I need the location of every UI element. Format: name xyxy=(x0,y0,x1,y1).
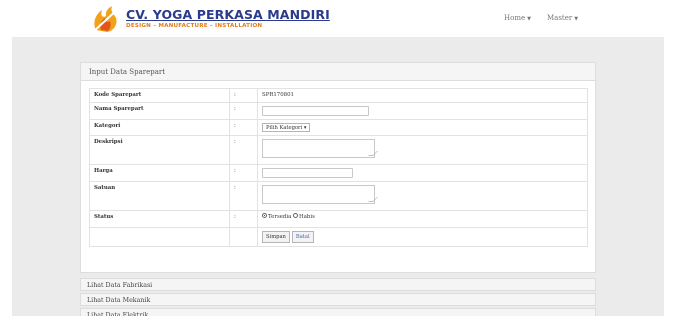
separator: : xyxy=(229,119,258,136)
section-lihat-elektrik[interactable]: Lihat Data Elektrik xyxy=(80,308,596,316)
resize-handle-icon[interactable] xyxy=(368,197,378,202)
row-kategori: Kategori : Pilih Kategori ▾ xyxy=(89,119,588,136)
cancel-button[interactable]: Batal xyxy=(291,231,314,243)
chevron-down-icon: ▼ xyxy=(527,16,531,22)
top-navbar: CV. YOGA PERKASA MANDIRI DESIGN – MANUFA… xyxy=(0,0,673,36)
nama-cell xyxy=(257,102,588,120)
row-status: Status : Tersedia Habis xyxy=(89,210,588,228)
kategori-cell: Pilih Kategori ▾ xyxy=(257,119,588,136)
kategori-select[interactable]: Pilih Kategori ▾ xyxy=(262,123,311,132)
nama-input[interactable] xyxy=(262,106,369,116)
company-logo[interactable]: CV. YOGA PERKASA MANDIRI DESIGN – MANUFA… xyxy=(90,4,330,34)
resize-handle-icon[interactable] xyxy=(368,151,378,156)
status-cell: Tersedia Habis xyxy=(257,210,588,228)
status-label: Status xyxy=(89,210,230,228)
company-name: CV. YOGA PERKASA MANDIRI xyxy=(126,7,330,22)
harga-label: Harga xyxy=(89,164,230,182)
empty-cell xyxy=(229,227,258,247)
row-nama: Nama Sparepart : xyxy=(89,102,588,120)
status-option-label: Habis xyxy=(299,214,315,220)
harga-cell xyxy=(257,164,588,182)
deskripsi-cell xyxy=(257,135,588,165)
deskripsi-textarea[interactable] xyxy=(262,139,378,158)
separator: : xyxy=(229,88,258,103)
harga-input[interactable] xyxy=(262,168,353,178)
actions-cell: Simpan Batal xyxy=(257,227,588,247)
select-caret-icon: ▾ xyxy=(303,125,307,131)
kategori-selected-value: Pilih Kategori xyxy=(266,125,303,131)
satuan-label: Satuan xyxy=(89,181,230,211)
row-deskripsi: Deskripsi : xyxy=(89,135,588,165)
empty-cell xyxy=(89,227,230,247)
input-sparepart-panel: Input Data Sparepart Kode Sparepart : SP… xyxy=(80,62,596,273)
row-harga: Harga : xyxy=(89,164,588,182)
section-lihat-fabrikasi[interactable]: Lihat Data Fabrikasi xyxy=(80,278,596,291)
separator: : xyxy=(229,164,258,182)
kode-value: SPR170801 xyxy=(257,88,588,103)
nav-master[interactable]: Master ▼ xyxy=(547,14,578,22)
separator: : xyxy=(229,135,258,165)
satuan-cell xyxy=(257,181,588,211)
nama-label: Nama Sparepart xyxy=(89,102,230,120)
status-radio-habis[interactable] xyxy=(293,213,299,218)
nav-master-label: Master xyxy=(547,14,573,22)
section-lihat-mekanik[interactable]: Lihat Data Mekanik xyxy=(80,293,596,306)
kode-label: Kode Sparepart xyxy=(89,88,230,103)
separator: : xyxy=(229,181,258,211)
status-option-label: Tersedia xyxy=(268,214,292,220)
company-tagline: DESIGN – MANUFACTURE – INSTALLATION xyxy=(126,23,263,29)
kategori-label: Kategori xyxy=(89,119,230,136)
row-satuan: Satuan : xyxy=(89,181,588,211)
row-kode: Kode Sparepart : SPR170801 xyxy=(89,88,588,103)
row-actions: Simpan Batal xyxy=(89,227,588,247)
satuan-textarea[interactable] xyxy=(262,185,378,204)
deskripsi-label: Deskripsi xyxy=(89,135,230,165)
status-radio-tersedia[interactable] xyxy=(262,213,267,218)
chevron-down-icon: ▼ xyxy=(574,16,579,22)
panel-title: Input Data Sparepart xyxy=(81,63,595,81)
flame-logo-icon xyxy=(92,6,120,33)
nav-home[interactable]: Home ▼ xyxy=(504,14,531,22)
sparepart-form: Kode Sparepart : SPR170801 Nama Sparepar… xyxy=(89,88,588,247)
separator: : xyxy=(229,102,258,120)
separator: : xyxy=(229,210,258,228)
nav-home-label: Home xyxy=(504,14,526,22)
save-button[interactable]: Simpan xyxy=(262,231,290,243)
